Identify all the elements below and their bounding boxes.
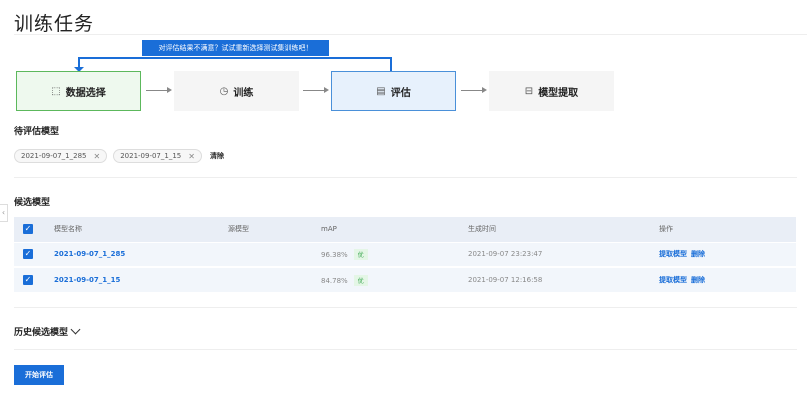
table-row: ✓ 2021-09-07_1_15 84.78% 优 2021-09-07 12:… (14, 267, 796, 292)
feedback-connector (78, 57, 392, 59)
model-name-link[interactable]: 2021-09-07_1_15 (54, 276, 120, 284)
candidates-table: ✓ 模型名称 源模型 mAP 生成时间 操作 ✓ 2021-09-07_1_28… (14, 217, 796, 292)
step-label: 训练 (233, 87, 254, 99)
source-model (228, 242, 321, 267)
feedback-connector-right (390, 57, 392, 71)
start-evaluation-button[interactable]: 开始评估 (14, 365, 64, 385)
title-divider (14, 34, 807, 35)
table-row: ✓ 2021-09-07_1_285 96.38% 优 2021-09-07 23… (14, 242, 796, 267)
step-train[interactable]: ◷ 训练 (174, 71, 299, 111)
step-evaluate[interactable]: ▤ 评估 (331, 71, 456, 111)
pending-section-title: 待评估模型 (14, 127, 60, 137)
created-time: 2021-09-07 12:16:58 (468, 276, 543, 284)
column-header: 源模型 (228, 225, 249, 234)
map-value: 84.78% (321, 276, 348, 285)
model-name-link[interactable]: 2021-09-07_1_285 (54, 250, 125, 258)
clear-button[interactable]: 清除 (210, 151, 224, 161)
column-header: 生成时间 (468, 225, 496, 234)
delete-button[interactable]: 删除 (691, 276, 705, 284)
delete-button[interactable]: 删除 (691, 250, 705, 258)
history-toggle[interactable]: 历史候选模型 (14, 324, 81, 338)
chip-label: 2021-09-07_1_285 (21, 152, 87, 160)
row-checkbox[interactable]: ✓ (23, 275, 33, 285)
close-icon[interactable]: ✕ (188, 152, 195, 161)
row-checkbox[interactable]: ✓ (23, 249, 33, 260)
flow-arrow-icon (461, 87, 487, 93)
column-header: 操作 (659, 225, 673, 234)
chip-label: 2021-09-07_1_15 (120, 152, 182, 160)
source-model (228, 267, 321, 292)
close-icon[interactable]: ✕ (94, 152, 101, 161)
feedback-banner[interactable]: 对评估结果不满意？试试重新选择测试集训练吧！ (142, 40, 329, 56)
candidates-section-title: 候选模型 (14, 198, 51, 208)
extract-model-button[interactable]: 提取模型 (659, 276, 687, 284)
flow-arrow-icon (303, 87, 329, 93)
created-time: 2021-09-07 23:23:47 (468, 250, 543, 259)
grade-badge: 优 (353, 248, 368, 260)
page-title: 训练任务 (14, 13, 95, 35)
column-header: 模型名称 (54, 225, 82, 234)
section-divider (14, 307, 797, 308)
section-divider (14, 177, 797, 178)
chevron-down-icon (70, 324, 81, 335)
grade-badge: 优 (353, 274, 368, 286)
step-label: 数据选择 (65, 87, 106, 99)
pending-chip: 2021-09-07_1_15 ✕ (113, 149, 202, 163)
collapse-panel-icon[interactable]: ‹ (0, 204, 8, 222)
table-header-row: ✓ 模型名称 源模型 mAP 生成时间 操作 (14, 217, 796, 242)
chart-icon: ▤ (376, 85, 386, 97)
select-icon: ⬚ (51, 85, 61, 97)
pending-chip-list: 2021-09-07_1_285 ✕ 2021-09-07_1_15 ✕ 清除 (14, 149, 224, 163)
select-all-checkbox[interactable]: ✓ (23, 224, 33, 235)
extract-model-button[interactable]: 提取模型 (659, 250, 687, 258)
extract-icon: ⊟ (524, 85, 534, 97)
flow-arrow-icon (146, 87, 172, 93)
step-extract-model[interactable]: ⊟ 模型提取 (489, 71, 614, 111)
history-title: 历史候选模型 (14, 328, 69, 338)
step-data-select[interactable]: ⬚ 数据选择 (16, 71, 141, 111)
column-header: mAP (321, 225, 337, 234)
map-value: 96.38% (321, 250, 348, 259)
section-divider (14, 349, 797, 350)
timer-icon: ◷ (219, 85, 229, 97)
pending-chip: 2021-09-07_1_285 ✕ (14, 149, 108, 163)
step-label: 评估 (390, 87, 411, 99)
step-label: 模型提取 (538, 87, 579, 99)
